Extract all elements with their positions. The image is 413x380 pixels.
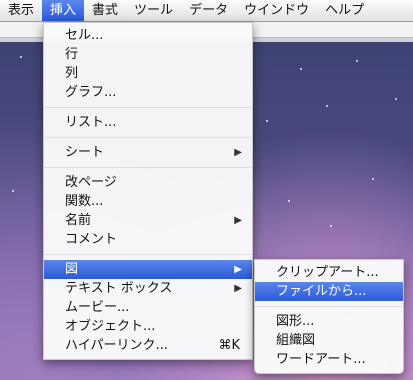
- menu-item-page-break[interactable]: 改ページ: [44, 173, 252, 192]
- insert-menu: セル... 行 列 グラフ... リスト... シート ▶ 改ページ 関数... …: [43, 22, 253, 360]
- menu-item-movie[interactable]: ムービー...: [44, 298, 252, 317]
- menu-item-rows[interactable]: 行: [44, 45, 252, 64]
- triangle-right-icon: ▶: [234, 264, 242, 275]
- star: [326, 105, 328, 107]
- menu-item-list[interactable]: リスト...: [44, 113, 252, 132]
- menu-separator: [44, 107, 252, 108]
- menu-item-label: オブジェクト...: [65, 319, 156, 334]
- menu-item-label: 改ページ: [65, 175, 117, 190]
- menu-item-label: シート: [65, 145, 105, 160]
- menu-item-label: クリップアート...: [276, 265, 379, 280]
- menu-view[interactable]: 表示: [0, 0, 42, 21]
- star: [12, 190, 14, 192]
- menu-item-comment[interactable]: コメント: [44, 230, 252, 249]
- menu-item-cells[interactable]: セル...: [44, 26, 252, 45]
- menu-item-name[interactable]: 名前 ▶: [44, 211, 252, 230]
- star: [20, 56, 22, 58]
- menu-separator: [44, 137, 252, 138]
- menu-item-label: セル...: [65, 28, 104, 43]
- picture-submenu: クリップアート... ファイルから... 図形... 組織図 ワードアート...: [254, 259, 404, 374]
- shortcut-label: ⌘K: [218, 338, 240, 353]
- menu-separator: [44, 254, 252, 255]
- menu-item-label: 組織図: [276, 333, 316, 348]
- star: [288, 200, 290, 202]
- menu-item-label: 図形...: [276, 314, 315, 329]
- star: [266, 120, 268, 122]
- menu-item-label: 名前: [65, 213, 92, 228]
- star: [395, 98, 397, 100]
- submenu-item-clip-art[interactable]: クリップアート...: [255, 263, 403, 282]
- menu-item-label: リスト...: [65, 115, 117, 130]
- menu-item-label: ワードアート...: [276, 352, 366, 367]
- menu-item-text-box[interactable]: テキスト ボックス ▶: [44, 279, 252, 298]
- star: [330, 225, 332, 227]
- menu-item-label: テキスト ボックス: [65, 281, 173, 296]
- menu-window[interactable]: ウインドウ: [236, 0, 317, 21]
- menu-insert[interactable]: 挿入: [42, 0, 85, 21]
- menu-item-sheet[interactable]: シート ▶: [44, 143, 252, 162]
- submenu-item-org-chart[interactable]: 組織図: [255, 331, 403, 350]
- menu-tools[interactable]: ツール: [126, 0, 181, 21]
- menu-item-label: グラフ...: [65, 85, 117, 100]
- menu-data[interactable]: データ: [181, 0, 236, 21]
- triangle-right-icon: ▶: [234, 147, 242, 158]
- menu-help[interactable]: ヘルプ: [317, 0, 372, 21]
- triangle-right-icon: ▶: [234, 215, 242, 226]
- menu-item-label: ムービー...: [65, 300, 130, 315]
- menu-item-label: 行: [65, 47, 79, 62]
- menu-item-function[interactable]: 関数...: [44, 192, 252, 211]
- star: [372, 178, 374, 180]
- menu-separator: [255, 306, 403, 307]
- menu-item-label: 関数...: [65, 194, 104, 209]
- triangle-right-icon: ▶: [234, 283, 242, 294]
- menu-item-label: ハイパーリンク...: [65, 338, 168, 353]
- menu-item-label: 図: [65, 262, 79, 277]
- menu-item-object[interactable]: オブジェクト...: [44, 317, 252, 336]
- menu-item-label: 列: [65, 66, 79, 81]
- menu-item-label: ファイルから...: [276, 284, 367, 299]
- submenu-item-shapes[interactable]: 図形...: [255, 312, 403, 331]
- menu-separator: [44, 167, 252, 168]
- star: [356, 60, 358, 62]
- menu-item-columns[interactable]: 列: [44, 64, 252, 83]
- menu-format[interactable]: 書式: [84, 0, 126, 21]
- menu-bar: 表示 挿入 書式 ツール データ ウインドウ ヘルプ: [0, 0, 413, 22]
- submenu-item-wordart[interactable]: ワードアート...: [255, 350, 403, 369]
- menu-item-label: コメント: [65, 232, 118, 247]
- menu-item-picture[interactable]: 図 ▶: [44, 260, 252, 279]
- submenu-item-from-file[interactable]: ファイルから...: [255, 282, 403, 301]
- menu-item-chart[interactable]: グラフ...: [44, 83, 252, 102]
- star: [300, 68, 302, 70]
- menu-item-hyperlink[interactable]: ハイパーリンク... ⌘K: [44, 336, 252, 355]
